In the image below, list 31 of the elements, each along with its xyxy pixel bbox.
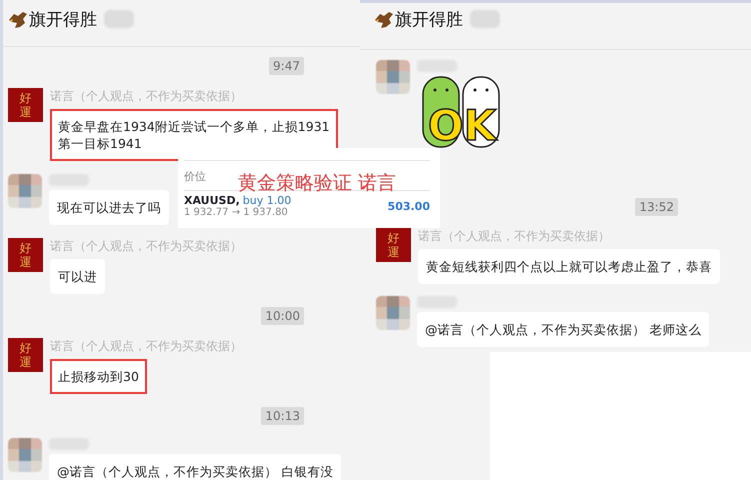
order-text: buy 1.00 — [242, 194, 292, 207]
sender-name: 诺言（个人观点，不作为买卖依据） — [418, 228, 610, 245]
eagle-icon — [8, 11, 28, 29]
timestamp: 10:00 — [261, 307, 304, 325]
avatar: 好運 — [8, 238, 43, 272]
overlay-caption: 黄金策略验证 诺言 — [238, 171, 396, 196]
sender-name: 诺言（个人观点，不作为买卖依据） — [50, 238, 242, 255]
chat-title: 旗开得胜 — [395, 9, 463, 31]
message-bubble: @诺言（个人观点，不作为买卖依据） 白银有没 — [49, 454, 342, 480]
price-change-text: 1 932.77 → 1 937.80 — [184, 207, 289, 218]
message-bubble: 黄金短线获利四个点以上就可以考虑止盈了，恭喜 — [418, 249, 720, 284]
avatar-placeholder — [376, 296, 410, 330]
chat-title: 旗开得胜 — [29, 9, 97, 31]
avatar-placeholder — [376, 60, 410, 94]
message-bubble: 现在可以进去了吗 — [49, 190, 169, 225]
timestamp: 13:52 — [635, 198, 678, 216]
avatar-placeholder — [8, 174, 42, 208]
timestamp: 10:13 — [261, 407, 304, 425]
symbol-text: XAUUSD, — [184, 194, 240, 207]
message-bubble: 可以进 — [50, 259, 105, 294]
message-bubble: @诺言（个人观点，不作为买卖依据） 老师这么 — [417, 312, 710, 347]
avatar: 好運 — [376, 228, 411, 262]
avatar: 好運 — [8, 88, 43, 122]
sender-name: 诺言（个人观点，不作为买卖依据） — [50, 88, 242, 105]
sender-name: 诺言（个人观点，不作为买卖依据） — [50, 338, 242, 355]
avatar: 好運 — [8, 338, 43, 372]
profit-value: 503.00 — [388, 200, 430, 212]
eagle-icon — [374, 11, 394, 29]
avatar-placeholder — [8, 438, 42, 472]
message-bubble: 止损移动到30 — [50, 359, 147, 394]
timestamp: 9:47 — [269, 57, 304, 75]
